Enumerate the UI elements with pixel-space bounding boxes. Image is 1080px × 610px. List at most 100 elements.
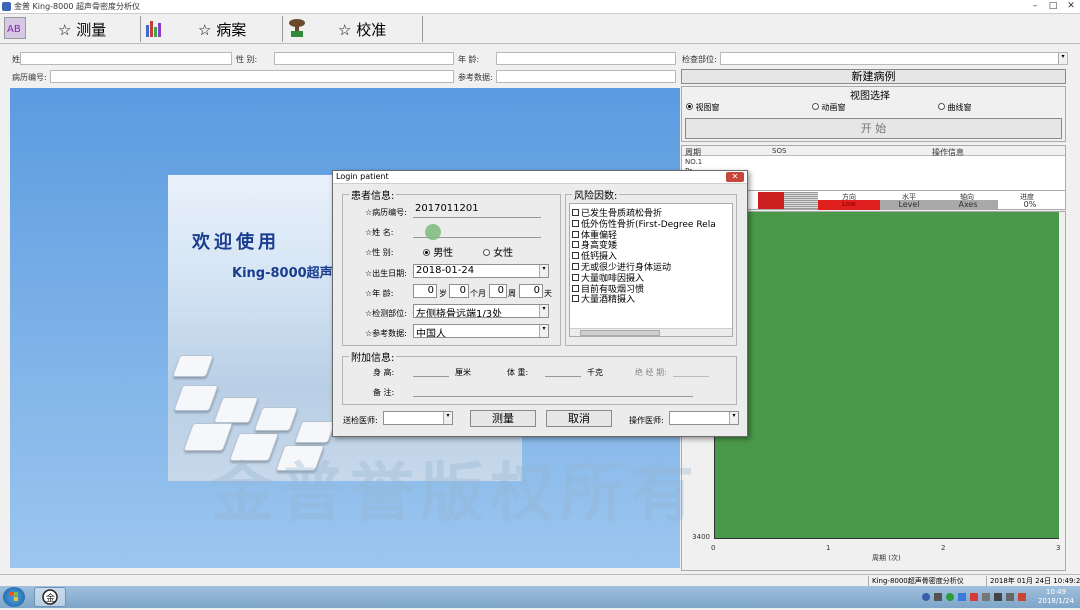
status-app: King-8000超声骨密度分析仪 — [868, 576, 984, 586]
taskbar-app-king8000[interactable]: 金 — [34, 587, 66, 607]
status-datetime: 2018年 01月 24日 10:49:27 — [986, 576, 1080, 586]
x-tick-label: 3 — [1056, 544, 1061, 552]
chevron-down-icon: ▾ — [1058, 53, 1067, 64]
record-no-input[interactable]: 2017011201 — [413, 203, 541, 218]
menopause-label: 绝 经 期: — [635, 368, 667, 377]
new-case-button[interactable]: 新建病例 — [681, 69, 1066, 84]
y-tick-label: 3400 — [692, 533, 710, 541]
height-input[interactable] — [413, 363, 449, 377]
site-select-dlg[interactable]: 左侧桡骨远端1/3处 ▾ — [413, 304, 549, 318]
record-label: 病历编号: — [12, 73, 47, 82]
checkbox-icon — [572, 273, 579, 281]
product-subtitle: King-8000超声 — [232, 266, 333, 281]
close-icon[interactable]: ✕ — [1064, 1, 1078, 12]
start-button[interactable]: 开 始 — [685, 118, 1062, 139]
view-option-curve[interactable]: 曲线窗 — [938, 102, 972, 113]
age-week-input[interactable]: 0 — [489, 284, 507, 298]
note-input[interactable] — [413, 383, 693, 397]
x-tick-label: 2 — [941, 544, 946, 552]
calibrate-icon — [286, 17, 308, 39]
operator-label: 操作医师: — [629, 416, 664, 425]
measure-dialog-button[interactable]: 测量 — [470, 410, 536, 427]
measure-button[interactable]: ☆ 测量 — [58, 19, 106, 40]
record-field[interactable] — [50, 70, 454, 83]
sender-select[interactable]: ▾ — [383, 411, 453, 425]
ref-label-dlg: ☆参考数据: — [365, 329, 407, 338]
copyright-watermark: 金普誉版权所有 — [210, 457, 700, 531]
direction-value: Low — [818, 200, 880, 210]
dialog-title: Login patient — [336, 172, 389, 181]
clock-date: 2018/1/24 — [1038, 597, 1074, 605]
status-bar: King-8000超声骨密度分析仪 2018年 01月 24日 10:49:27 — [0, 574, 1080, 586]
birth-date-picker[interactable]: 2018-01-24 ▾ — [413, 264, 549, 278]
records-button[interactable]: ☆ 病案 — [198, 19, 246, 40]
cancel-dialog-button[interactable]: 取消 — [546, 410, 612, 427]
risk-factor-list[interactable]: 已发生骨质疏松骨折 低外伤性骨折(First-Degree Rela 体重偏轻 身高变… — [569, 203, 733, 337]
progress-value: 0% — [1023, 200, 1037, 209]
age-month-unit: 个月 — [470, 289, 486, 298]
row-no1: NO.1 — [685, 158, 703, 166]
age-field[interactable] — [496, 52, 676, 65]
clock[interactable]: 10:49 2018/1/24 — [1034, 588, 1078, 606]
age-day-input[interactable]: 0 — [519, 284, 543, 298]
site-select[interactable]: ▾ — [720, 52, 1068, 65]
svg-text:金: 金 — [46, 592, 55, 604]
ref-value: 中国人 — [416, 329, 446, 338]
red-indicator — [758, 192, 784, 209]
name-field[interactable] — [20, 52, 232, 65]
birth-label: ☆出生日期: — [365, 269, 407, 278]
welcome-text: 欢迎使用 — [192, 232, 280, 253]
sex-female-radio[interactable]: 女性 — [483, 244, 513, 259]
age-label: 年 龄: — [458, 55, 480, 64]
view-option-animation[interactable]: 动画窗 — [812, 102, 846, 113]
window-title: 金普 King-8000 超声骨密度分析仪 — [14, 2, 140, 11]
name-label-dlg: ☆姓 名: — [365, 228, 394, 237]
risk-factor-label: 大量酒精摄入 — [581, 295, 636, 306]
operator-select[interactable]: ▾ — [669, 411, 739, 425]
weight-input[interactable] — [545, 363, 581, 377]
age-year-input[interactable]: 0 — [413, 284, 437, 298]
minimize-icon[interactable]: – — [1028, 1, 1042, 12]
checkbox-icon — [572, 209, 579, 216]
maximize-icon[interactable]: □ — [1046, 1, 1060, 12]
view-option-view[interactable]: 视图窗 — [686, 102, 720, 113]
ref-select-dlg[interactable]: 中国人 ▾ — [413, 324, 549, 338]
sex-male-radio[interactable]: 男性 — [423, 244, 453, 259]
col-sos: SOS — [772, 147, 787, 155]
app-logo-icon: AB — [4, 17, 26, 39]
checkbox-icon — [572, 230, 579, 238]
extra-info-legend: 附加信息: — [351, 353, 395, 364]
toolbar: AB ☆ 测量 ☆ 病案 ☆ 校准 — [0, 14, 1080, 44]
site-label: 检查部位: — [682, 55, 717, 64]
risk-factor-item[interactable]: 大量酒精摄入 — [572, 292, 635, 305]
sex-field[interactable] — [274, 52, 454, 65]
ref-field[interactable] — [496, 70, 676, 83]
login-patient-dialog: Login patient ✕ 患者信息: ☆病历编号: 2017011201 … — [332, 170, 748, 437]
axes-value: Axes — [938, 200, 998, 210]
record-no-label: ☆病历编号: — [365, 208, 407, 217]
dialog-close-icon[interactable]: ✕ — [726, 172, 744, 182]
chevron-down-icon: ▾ — [443, 412, 452, 424]
height-unit: 厘米 — [455, 368, 471, 377]
keyboard-key — [171, 355, 215, 377]
view-option-label: 曲线窗 — [947, 103, 972, 112]
age-month-input[interactable]: 0 — [449, 284, 469, 298]
horizontal-scrollbar[interactable] — [570, 328, 732, 336]
note-label: 备 注: — [373, 388, 395, 397]
taskbar: 金 10:49 2018/1/24 — [0, 586, 1080, 608]
toolbar-divider — [282, 16, 283, 42]
keyboard-key — [173, 385, 219, 411]
scrollbar-thumb[interactable] — [580, 330, 660, 336]
checkbox-icon — [572, 263, 579, 270]
site-label-dlg: ☆检测部位: — [365, 309, 407, 318]
checkbox-icon — [572, 284, 579, 292]
menopause-input[interactable] — [673, 363, 709, 377]
name-label: 姓 — [12, 55, 20, 64]
calibrate-button[interactable]: ☆ 校准 — [338, 19, 386, 40]
checkbox-icon — [572, 219, 579, 227]
start-icon[interactable] — [3, 587, 25, 607]
bar-chart-icon — [144, 17, 166, 39]
chevron-down-icon: ▾ — [729, 412, 738, 424]
svg-text:AB: AB — [7, 24, 21, 35]
age-day-unit: 天 — [544, 289, 552, 298]
